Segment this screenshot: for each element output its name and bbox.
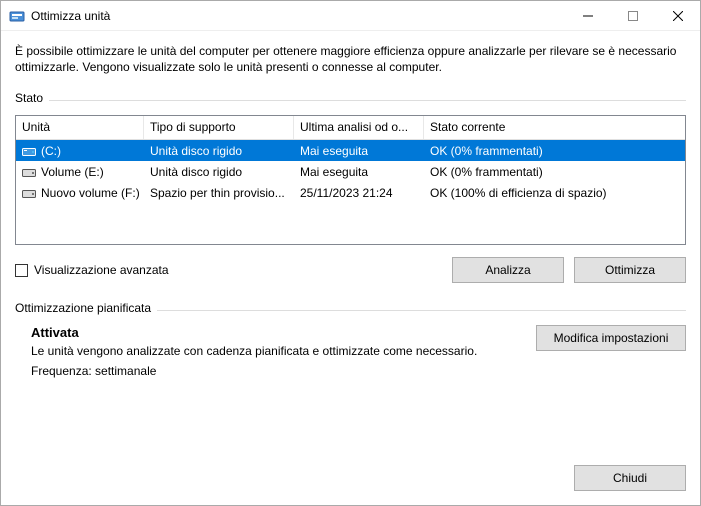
table-header: Unità Tipo di supporto Ultima analisi od… [16,116,685,140]
close-button[interactable] [655,1,700,30]
drive-name: Nuovo volume (F:) [41,186,140,200]
schedule-frequency: Frequenza: settimanale [31,364,526,378]
cell-unit: (C:) [16,142,144,160]
advanced-view-label: Visualizzazione avanzata [34,263,169,277]
description-text: È possibile ottimizzare le unità del com… [15,43,686,75]
schedule-description: Le unità vengono analizzate con cadenza … [31,344,526,358]
change-settings-button[interactable]: Modifica impostazioni [536,325,686,351]
minimize-button[interactable] [565,1,610,30]
cell-unit: Volume (E:) [16,163,144,181]
schedule-status: Attivata [31,325,526,340]
actions-row: Visualizzazione avanzata Analizza Ottimi… [15,257,686,283]
footer: Chiudi [1,455,700,505]
cell-state: OK (100% di efficienza di spazio) [424,184,685,202]
drive-icon [22,166,36,178]
table-row[interactable]: (C:) Unità disco rigidoMai eseguitaOK (0%… [16,140,685,161]
maximize-button[interactable] [610,1,655,30]
window-buttons [565,1,700,30]
schedule-section-header: Ottimizzazione pianificata [15,301,686,319]
checkbox-icon [15,264,28,277]
cell-media: Unità disco rigido [144,163,294,181]
cell-unit: Nuovo volume (F:) [16,184,144,202]
cell-state: OK (0% frammentati) [424,163,685,181]
cell-last: Mai eseguita [294,142,424,160]
status-section-header: Stato [15,91,686,109]
close-dialog-button[interactable]: Chiudi [574,465,686,491]
divider [49,100,686,101]
cell-last: 25/11/2023 21:24 [294,184,424,202]
table-row[interactable]: Nuovo volume (F:) Spazio per thin provisi… [16,182,685,203]
drives-table: Unità Tipo di supporto Ultima analisi od… [15,115,686,245]
table-body: (C:) Unità disco rigidoMai eseguitaOK (0%… [16,140,685,203]
cell-last: Mai eseguita [294,163,424,181]
drive-icon [22,145,36,157]
drive-icon [22,187,36,199]
col-last[interactable]: Ultima analisi od o... [294,116,424,139]
window-title: Ottimizza unità [31,9,565,23]
cell-media: Unità disco rigido [144,142,294,160]
table-row[interactable]: Volume (E:) Unità disco rigidoMai eseguit… [16,161,685,182]
schedule-block: Attivata Le unità vengono analizzate con… [31,325,686,384]
cell-state: OK (0% frammentati) [424,142,685,160]
advanced-view-checkbox[interactable]: Visualizzazione avanzata [15,263,169,277]
col-state[interactable]: Stato corrente [424,116,685,139]
col-media[interactable]: Tipo di supporto [144,116,294,139]
status-label: Stato [15,91,43,105]
cell-media: Spazio per thin provisio... [144,184,294,202]
content-area: È possibile ottimizzare le unità del com… [1,31,700,455]
drive-name: Volume (E:) [41,165,104,179]
schedule-label: Ottimizzazione pianificata [15,301,151,315]
app-icon [9,8,25,24]
drive-name: (C:) [41,144,61,158]
divider [157,310,686,311]
titlebar: Ottimizza unità [1,1,700,31]
optimize-button[interactable]: Ottimizza [574,257,686,283]
col-unit[interactable]: Unità [16,116,144,139]
analyze-button[interactable]: Analizza [452,257,564,283]
